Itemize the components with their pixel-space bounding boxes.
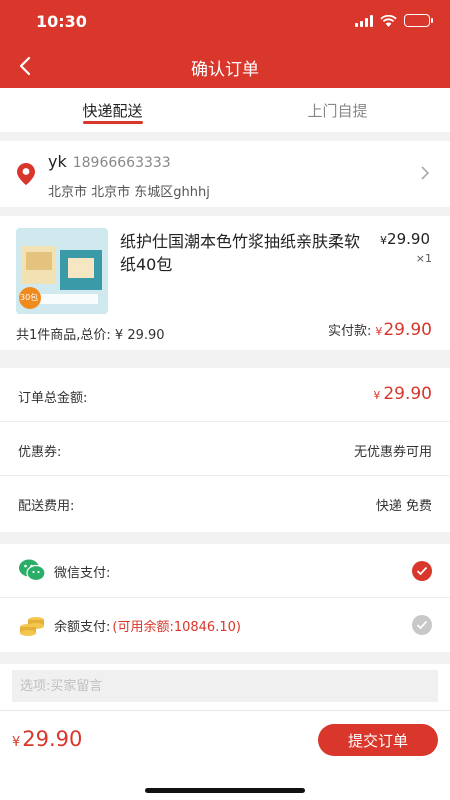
product-price: ¥29.90 xyxy=(380,230,430,248)
currency-symbol: ¥ xyxy=(373,389,381,402)
available-balance-hint: (可用余额:10846.10) xyxy=(112,620,241,635)
wifi-icon xyxy=(380,14,397,27)
payment-card: 微信支付: 余额支付: (可用余额:10846.10) xyxy=(0,544,450,652)
delivery-fee-row: 配送费用: 快递 免费 xyxy=(0,476,450,530)
status-bar: 10:30 xyxy=(0,0,450,44)
app-header: 10:30 确认订单 xyxy=(0,0,450,88)
paid-amount: 实付款: ¥29.90 xyxy=(328,320,432,340)
product-image-badge: 30包 xyxy=(20,293,39,302)
product-name: 纸护仕国潮本色竹浆抽纸亲肤柔软纸40包 xyxy=(120,232,361,274)
coupon-value: 无优惠券可用 xyxy=(353,445,432,460)
status-time: 10:30 xyxy=(36,12,87,31)
recipient-phone: 18966663333 xyxy=(72,155,171,171)
order-total-label: 订单总金额: xyxy=(18,391,88,406)
paid-value: 29.90 xyxy=(383,320,432,340)
delivery-fee-value: 快递 免费 xyxy=(375,499,432,514)
wechat-icon xyxy=(19,559,46,582)
order-summary: 共1件商品,总价: ¥ 29.90 xyxy=(16,328,165,343)
coins-icon xyxy=(20,617,44,636)
signal-icon xyxy=(355,14,373,27)
currency-symbol: ¥ xyxy=(375,325,383,338)
checkmark-icon xyxy=(416,566,428,576)
wechat-pay-radio-checked[interactable] xyxy=(412,561,432,581)
address-detail: 北京市 北京市 东城区ghhhj xyxy=(48,185,210,200)
balance-pay-label-group: 余额支付: (可用余额:10846.10) xyxy=(54,616,241,635)
tab-express-delivery[interactable]: 快递配送 xyxy=(0,88,225,132)
balance-pay-radio-unchecked[interactable] xyxy=(412,615,432,635)
wechat-pay-row[interactable]: 微信支付: xyxy=(0,544,450,598)
checkmark-icon xyxy=(416,620,428,630)
order-total-amount: 29.90 xyxy=(383,384,432,404)
product-image: 30包 xyxy=(16,228,108,314)
coupon-row[interactable]: 优惠券: 无优惠券可用 xyxy=(0,422,450,476)
chevron-right-icon xyxy=(421,166,430,180)
footer-total: ¥29.90 xyxy=(12,727,82,751)
currency-symbol: ¥ xyxy=(12,735,21,750)
delivery-fee-label: 配送费用: xyxy=(18,499,75,514)
currency-symbol: ¥ xyxy=(380,234,388,247)
home-indicator xyxy=(145,788,305,793)
address-card[interactable]: yk 18966663333 北京市 北京市 东城区ghhhj xyxy=(0,141,450,207)
order-total-value: ¥29.90 xyxy=(373,384,432,404)
order-total-row: 订单总金额: ¥29.90 xyxy=(0,368,450,422)
status-icons xyxy=(355,14,433,27)
tab-active-underline xyxy=(82,121,143,124)
recipient-name: yk xyxy=(48,152,67,171)
location-pin-icon xyxy=(17,163,35,185)
paid-label: 实付款: xyxy=(327,324,372,339)
buyer-note-section xyxy=(0,664,450,710)
page-title: 确认订单 xyxy=(191,60,259,80)
battery-icon xyxy=(404,14,433,27)
amounts-card: 订单总金额: ¥29.90 优惠券: 无优惠券可用 配送费用: 快递 免费 xyxy=(0,368,450,532)
footer-total-value: 29.90 xyxy=(22,727,83,751)
balance-pay-row[interactable]: 余额支付: (可用余额:10846.10) xyxy=(0,598,450,652)
balance-pay-label: 余额支付: xyxy=(54,620,111,635)
tab-self-pickup[interactable]: 上门自提 xyxy=(225,88,450,132)
tab-label: 上门自提 xyxy=(307,102,368,120)
product-card: 30包 纸护仕国潮本色竹浆抽纸亲肤柔软纸40包 ¥29.90 ×1 共1件商品,… xyxy=(0,216,450,350)
product-price-value: 29.90 xyxy=(387,230,430,248)
coupon-label: 优惠券: xyxy=(18,445,62,460)
recipient-line: yk 18966663333 xyxy=(48,152,171,171)
delivery-tabs: 快递配送 上门自提 xyxy=(0,88,450,132)
product-quantity: ×1 xyxy=(415,252,432,265)
checkout-footer: ¥29.90 提交订单 xyxy=(0,710,450,800)
buyer-note-input[interactable] xyxy=(12,670,438,702)
wechat-pay-label: 微信支付: xyxy=(54,566,111,581)
tab-label: 快递配送 xyxy=(82,102,143,120)
submit-order-button[interactable]: 提交订单 xyxy=(318,724,438,756)
